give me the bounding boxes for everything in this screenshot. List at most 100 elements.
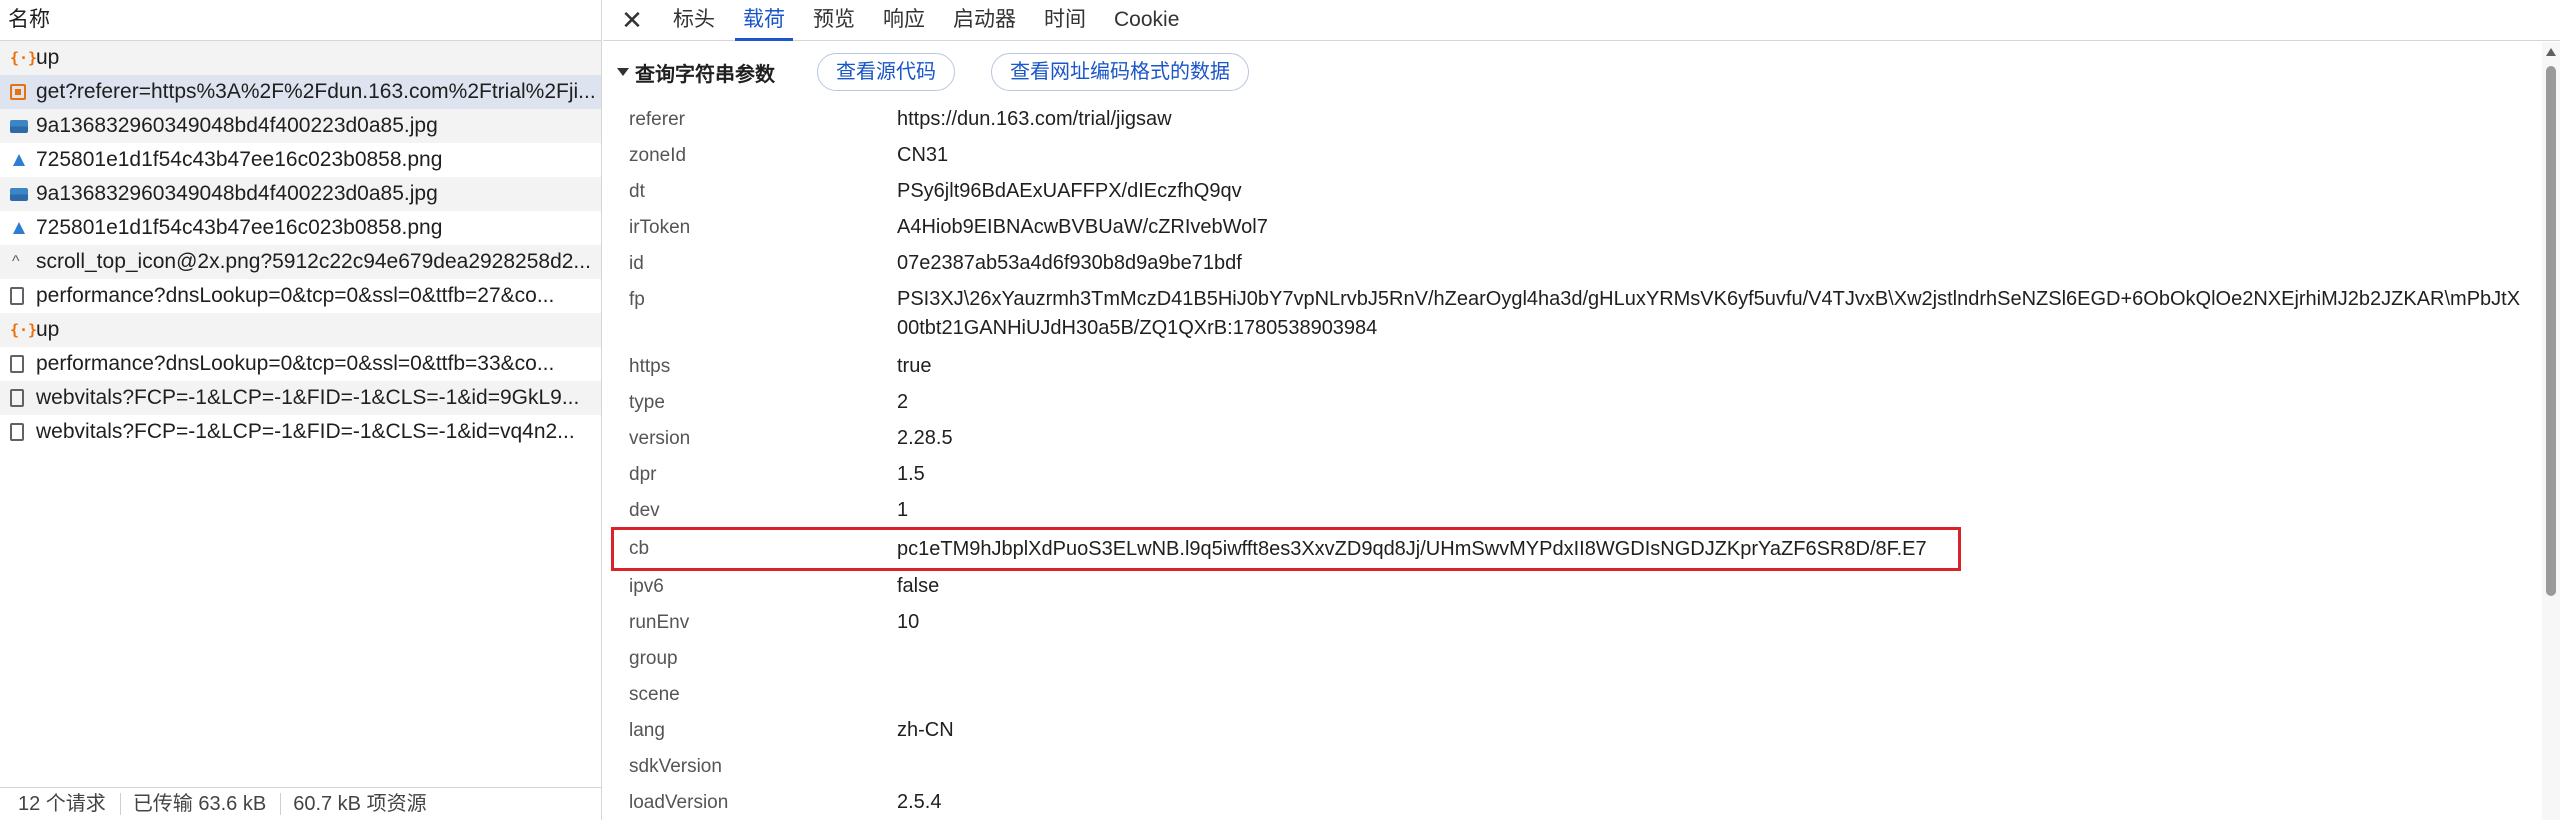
request-name: get?referer=https%3A%2F%2Fdun.163.com%2F…: [36, 80, 596, 103]
param-value[interactable]: A4Hiob9EIBNAcwBVBUaW/cZRIvebWol7: [897, 210, 2530, 242]
param-value[interactable]: 2: [897, 385, 2530, 417]
param-key: irToken: [629, 217, 691, 238]
param-row: referer https://dun.163.com/trial/jigsaw: [629, 102, 2530, 138]
tab-6[interactable]: Cookie: [1100, 0, 1193, 40]
request-count: 12 个请求: [18, 793, 121, 815]
param-value[interactable]: 1.5: [897, 457, 2530, 489]
param-row: lang zh-CN: [629, 713, 2530, 749]
param-value[interactable]: 1: [897, 493, 2530, 525]
param-value[interactable]: pc1eTM9hJbplXdPuoS3ELwNB.l9q5iwfft8es3Xx…: [897, 529, 2530, 569]
request-row[interactable]: 725801e1d1f54c43b47ee16c023b0858.png: [0, 143, 601, 177]
param-value[interactable]: PSI3XJ\26xYauzrmh3TmMczD41B5HiJ0bY7vpNLr…: [897, 282, 2530, 343]
param-key: type: [629, 392, 665, 413]
request-row[interactable]: 9a136832960349048bd4f400223d0a85.jpg: [0, 109, 601, 143]
view-url-encoded-button[interactable]: 查看网址编码格式的数据: [991, 53, 1249, 91]
param-row: ipv6 false: [629, 569, 2530, 605]
request-name: webvitals?FCP=-1&LCP=-1&FID=-1&CLS=-1&id…: [36, 420, 575, 443]
param-value[interactable]: [897, 677, 2530, 680]
close-icon[interactable]: ✕: [617, 0, 647, 40]
param-row: group: [629, 641, 2530, 677]
tab-2[interactable]: 预览: [799, 0, 869, 40]
network-request-list-panel: 名称 {·} up get?referer=https%3A%2F%2Fdun.16…: [0, 0, 602, 820]
param-value[interactable]: PSy6jlt96BdAExUAFFPX/dIEczfhQ9qv: [897, 174, 2530, 206]
param-key: scene: [629, 684, 680, 705]
param-key: id: [629, 253, 644, 274]
param-value[interactable]: 2.28.5: [897, 421, 2530, 453]
tab-4[interactable]: 启动器: [939, 0, 1030, 40]
scroll-up-arrow-icon[interactable]: [2546, 48, 2556, 56]
tab-5[interactable]: 时间: [1030, 0, 1100, 40]
request-row[interactable]: webvitals?FCP=-1&LCP=-1&FID=-1&CLS=-1&id…: [0, 381, 601, 415]
file-icon: [10, 423, 36, 441]
param-key: referer: [629, 109, 685, 130]
request-row[interactable]: {·} up: [0, 41, 601, 75]
query-params-list: referer https://dun.163.com/trial/jigsaw z…: [611, 102, 2530, 821]
image-icon: [10, 119, 36, 133]
param-key: dpr: [629, 464, 657, 485]
section-title: 查询字符串参数: [635, 63, 775, 86]
tab-1[interactable]: 载荷: [729, 0, 799, 41]
param-row: dpr 1.5: [629, 457, 2530, 493]
request-name: performance?dnsLookup=0&tcp=0&ssl=0&ttfb…: [36, 352, 555, 375]
request-name: 725801e1d1f54c43b47ee16c023b0858.png: [36, 216, 443, 239]
param-value[interactable]: true: [897, 349, 2530, 381]
param-row-highlighted: cb pc1eTM9hJbplXdPuoS3ELwNB.l9q5iwfft8es3…: [611, 527, 2530, 571]
param-row: dt PSy6jlt96BdAExUAFFPX/dIEczfhQ9qv: [629, 174, 2530, 210]
param-value[interactable]: false: [897, 569, 2530, 601]
param-value[interactable]: 10: [897, 605, 2530, 637]
file-icon: [10, 287, 36, 305]
request-name: up: [36, 318, 60, 341]
detail-tabs: ✕ 标头 载荷 预览 响应 启动器 时间 Cookie: [603, 0, 2560, 41]
vertical-scrollbar[interactable]: [2542, 42, 2560, 820]
param-row: irToken A4Hiob9EIBNAcwBVBUaW/cZRIvebWol7: [629, 210, 2530, 246]
xhr-icon: {·}: [10, 321, 38, 339]
param-key: fp: [629, 289, 645, 310]
param-key: sdkVersion: [629, 756, 722, 777]
image-icon: [10, 222, 36, 234]
request-name: 725801e1d1f54c43b47ee16c023b0858.png: [36, 148, 443, 171]
request-row[interactable]: webvitals?FCP=-1&LCP=-1&FID=-1&CLS=-1&id…: [0, 415, 601, 449]
image-icon: [10, 154, 36, 166]
request-row[interactable]: 725801e1d1f54c43b47ee16c023b0858.png: [0, 211, 601, 245]
transferred-size: 已传输 63.6 kB: [133, 793, 282, 815]
param-key: lang: [629, 720, 665, 741]
param-row: scene: [629, 677, 2530, 713]
tab-0[interactable]: 标头: [659, 0, 729, 40]
document-icon: [10, 84, 36, 100]
param-value[interactable]: [897, 641, 2530, 644]
param-key: dev: [629, 500, 660, 521]
param-value[interactable]: 2.5.4: [897, 785, 2530, 817]
request-name: performance?dnsLookup=0&tcp=0&ssl=0&ttfb…: [36, 284, 555, 307]
param-row: zoneId CN31: [629, 138, 2530, 174]
param-value[interactable]: CN31: [897, 138, 2530, 170]
request-row[interactable]: 9a136832960349048bd4f400223d0a85.jpg: [0, 177, 601, 211]
param-key: https: [629, 356, 671, 377]
image-icon: [10, 187, 36, 201]
query-string-section-header[interactable]: 查询字符串参数 查看源代码 查看网址编码格式的数据: [617, 52, 1285, 92]
request-name: webvitals?FCP=-1&LCP=-1&FID=-1&CLS=-1&id…: [36, 386, 580, 409]
file-icon: [10, 389, 36, 407]
param-key: zoneId: [629, 145, 687, 166]
tab-strip: 标头 载荷 预览 响应 启动器 时间 Cookie: [659, 0, 1193, 41]
tab-3[interactable]: 响应: [869, 0, 939, 40]
request-detail-panel: ✕ 标头 载荷 预览 响应 启动器 时间 Cookie 查询字符串参数 查看源代码 查看网址…: [603, 0, 2560, 820]
param-key: group: [629, 648, 678, 669]
request-name: scroll_top_icon@2x.png?5912c22c94e679dea…: [36, 250, 591, 273]
view-source-button[interactable]: 查看源代码: [817, 53, 955, 91]
param-row: sdkVersion: [629, 749, 2530, 785]
request-row[interactable]: performance?dnsLookup=0&tcp=0&ssl=0&ttfb…: [0, 279, 601, 313]
file-icon: [10, 355, 36, 373]
request-row[interactable]: {·} up: [0, 313, 601, 347]
scroll-thumb[interactable]: [2546, 66, 2556, 596]
request-row[interactable]: ^ scroll_top_icon@2x.png?5912c22c94e679de…: [0, 245, 601, 279]
request-row[interactable]: performance?dnsLookup=0&tcp=0&ssl=0&ttfb…: [0, 347, 601, 381]
param-value[interactable]: 07e2387ab53a4d6f930b8d9a9be71bdf: [897, 246, 2530, 278]
network-status-bar: 12 个请求 已传输 63.6 kB 60.7 kB 项资源: [0, 787, 601, 820]
name-column-header[interactable]: 名称: [0, 0, 601, 41]
collapse-triangle-icon[interactable]: [617, 68, 629, 76]
param-value[interactable]: https://dun.163.com/trial/jigsaw: [897, 102, 2530, 134]
param-value[interactable]: [897, 749, 2530, 752]
param-value[interactable]: zh-CN: [897, 713, 2530, 745]
request-row[interactable]: get?referer=https%3A%2F%2Fdun.163.com%2F…: [0, 75, 601, 109]
param-row: https true: [629, 349, 2530, 385]
